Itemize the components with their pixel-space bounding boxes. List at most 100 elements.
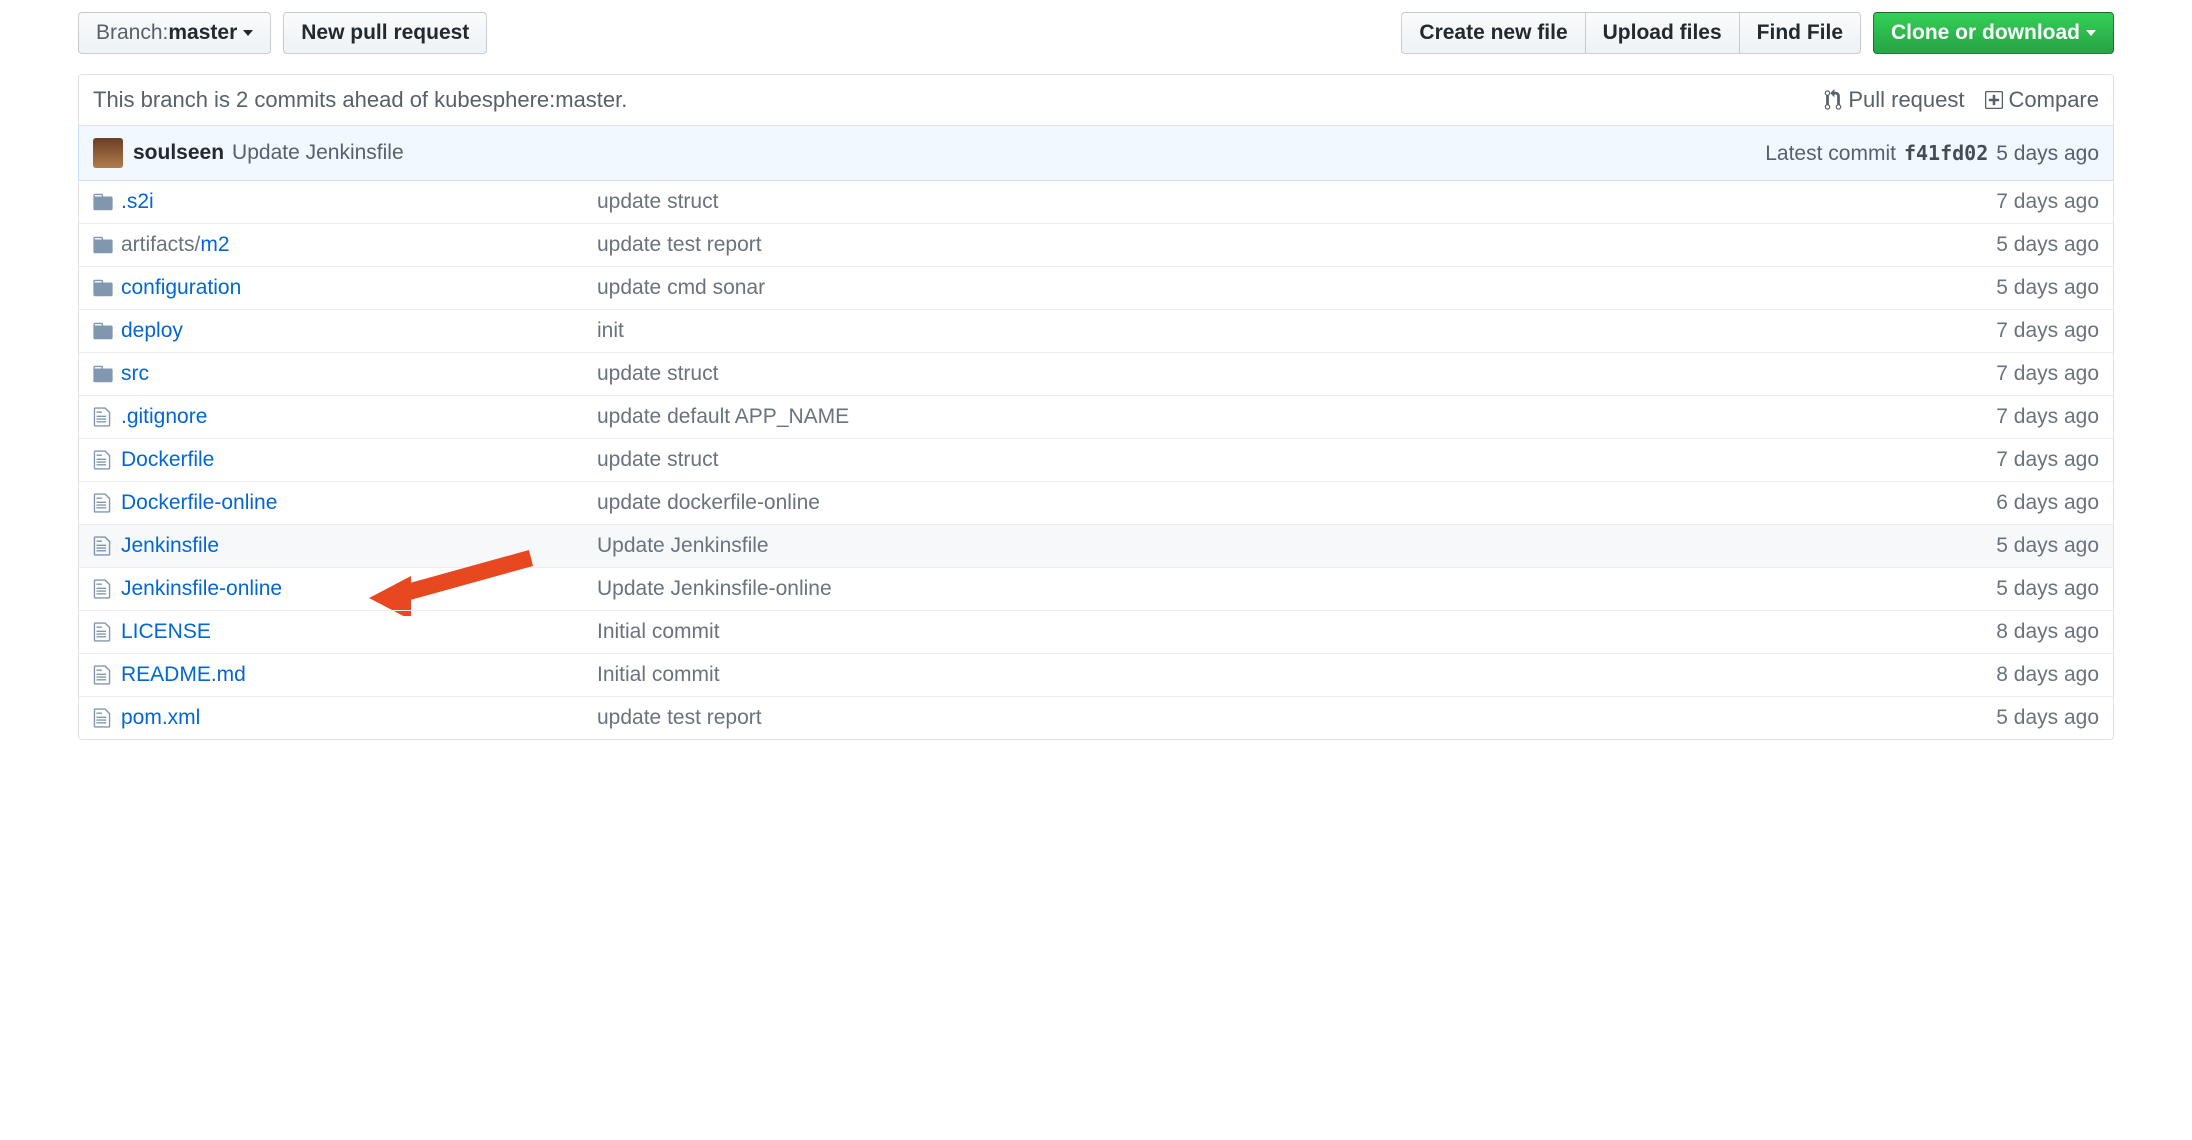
compare-link[interactable]: Compare (1985, 87, 2099, 113)
file-commit-message[interactable]: Initial commit (597, 620, 1996, 644)
file-name-cell: .s2i (121, 190, 597, 214)
file-icon (93, 621, 121, 643)
file-commit-message[interactable]: update struct (597, 448, 1996, 472)
file-commit-message[interactable]: Initial commit (597, 663, 1996, 687)
file-commit-message[interactable]: update struct (597, 190, 1996, 214)
file-age: 5 days ago (1996, 534, 2099, 558)
file-commit-message[interactable]: update test report (597, 233, 1996, 257)
file-link[interactable]: src (121, 362, 149, 385)
table-row: .s2i update struct7 days ago (79, 181, 2113, 223)
table-row: README.md Initial commit8 days ago (79, 653, 2113, 696)
file-icon (93, 578, 121, 600)
file-actions-group: Create new file Upload files Find File (1401, 12, 1861, 54)
commit-sha[interactable]: f41fd02 (1904, 141, 1988, 165)
file-commit-message[interactable]: update dockerfile-online (597, 491, 1996, 515)
file-commit-message[interactable]: update cmd sonar (597, 276, 1996, 300)
table-row: deploy init7 days ago (79, 309, 2113, 352)
table-row: LICENSE Initial commit8 days ago (79, 610, 2113, 653)
file-age: 7 days ago (1996, 190, 2099, 214)
file-age: 5 days ago (1996, 233, 2099, 257)
file-age: 7 days ago (1996, 362, 2099, 386)
file-name-cell: Dockerfile (121, 448, 597, 472)
branch-select[interactable]: Branch: master (78, 12, 271, 54)
file-name-cell: src (121, 362, 597, 386)
avatar[interactable] (93, 138, 123, 168)
branch-label: Branch: (96, 20, 168, 46)
folder-icon (93, 234, 121, 256)
file-age: 7 days ago (1996, 405, 2099, 429)
file-age: 6 days ago (1996, 491, 2099, 515)
commit-author[interactable]: soulseen (133, 141, 224, 165)
file-link[interactable]: configuration (121, 276, 241, 299)
table-row: src update struct7 days ago (79, 352, 2113, 395)
file-name-cell: Jenkinsfile (121, 534, 597, 558)
file-list: .s2iupdate struct7 days agoartifacts/m2u… (78, 181, 2114, 740)
file-name-cell: README.md (121, 663, 597, 687)
find-file-button[interactable]: Find File (1740, 12, 1861, 54)
file-name-cell: LICENSE (121, 620, 597, 644)
file-commit-message[interactable]: init (597, 319, 1996, 343)
file-link[interactable]: README.md (121, 663, 246, 686)
table-row: artifacts/m2update test report5 days ago (79, 223, 2113, 266)
repo-toolbar: Branch: master New pull request Create n… (78, 12, 2114, 54)
git-pull-request-icon (1824, 89, 1842, 111)
file-link[interactable]: Dockerfile-online (121, 491, 277, 514)
table-row: Dockerfile-online update dockerfile-onlin… (79, 481, 2113, 524)
file-name-cell: configuration (121, 276, 597, 300)
table-row: pom.xml update test report5 days ago (79, 696, 2113, 739)
file-link[interactable]: .s2i (121, 190, 154, 213)
latest-commit-bar: soulseen Update Jenkinsfile Latest commi… (78, 126, 2114, 181)
branch-status-bar: This branch is 2 commits ahead of kubesp… (78, 74, 2114, 126)
file-commit-message[interactable]: update test report (597, 706, 1996, 730)
file-age: 5 days ago (1996, 706, 2099, 730)
file-link[interactable]: LICENSE (121, 620, 211, 643)
file-name-cell: Jenkinsfile-online (121, 577, 597, 601)
file-icon (93, 664, 121, 686)
branch-value: master (168, 20, 237, 46)
file-icon (93, 406, 121, 428)
file-icon (93, 535, 121, 557)
folder-icon (93, 191, 121, 213)
file-name-cell: .gitignore (121, 405, 597, 429)
diff-icon (1985, 89, 2003, 111)
file-name-cell: deploy (121, 319, 597, 343)
create-new-file-button[interactable]: Create new file (1401, 12, 1585, 54)
file-age: 7 days ago (1996, 448, 2099, 472)
table-row: Dockerfile update struct7 days ago (79, 438, 2113, 481)
commit-message[interactable]: Update Jenkinsfile (232, 141, 404, 165)
clone-label: Clone or download (1891, 20, 2080, 46)
file-icon (93, 707, 121, 729)
new-pull-request-button[interactable]: New pull request (283, 12, 487, 54)
chevron-down-icon (243, 30, 253, 36)
file-link[interactable]: m2 (200, 233, 229, 256)
branch-status-text: This branch is 2 commits ahead of kubesp… (93, 87, 627, 113)
file-age: 8 days ago (1996, 663, 2099, 687)
file-link[interactable]: Jenkinsfile-online (121, 577, 282, 600)
table-row: configurationupdate cmd sonar5 days ago (79, 266, 2113, 309)
pull-request-link[interactable]: Pull request (1824, 87, 1964, 113)
chevron-down-icon (2086, 30, 2096, 36)
file-age: 8 days ago (1996, 620, 2099, 644)
file-link[interactable]: pom.xml (121, 706, 200, 729)
file-name-cell: Dockerfile-online (121, 491, 597, 515)
file-commit-message[interactable]: update default APP_NAME (597, 405, 1996, 429)
file-commit-message[interactable]: Update Jenkinsfile-online (597, 577, 1996, 601)
file-age: 7 days ago (1996, 319, 2099, 343)
folder-icon (93, 320, 121, 342)
file-link[interactable]: Dockerfile (121, 448, 214, 471)
file-link[interactable]: Jenkinsfile (121, 534, 219, 557)
file-name-cell: pom.xml (121, 706, 597, 730)
file-commit-message[interactable]: Update Jenkinsfile (597, 534, 1996, 558)
file-age: 5 days ago (1996, 577, 2099, 601)
folder-icon (93, 277, 121, 299)
file-name-cell: artifacts/m2 (121, 233, 597, 257)
commit-age: 5 days ago (1996, 142, 2099, 166)
file-link[interactable]: deploy (121, 319, 183, 342)
upload-files-button[interactable]: Upload files (1586, 12, 1740, 54)
file-link[interactable]: .gitignore (121, 405, 207, 428)
clone-or-download-button[interactable]: Clone or download (1873, 12, 2114, 54)
file-icon (93, 449, 121, 471)
file-commit-message[interactable]: update struct (597, 362, 1996, 386)
file-name-prefix: artifacts/ (121, 233, 200, 256)
latest-commit-label: Latest commit (1765, 142, 1896, 166)
